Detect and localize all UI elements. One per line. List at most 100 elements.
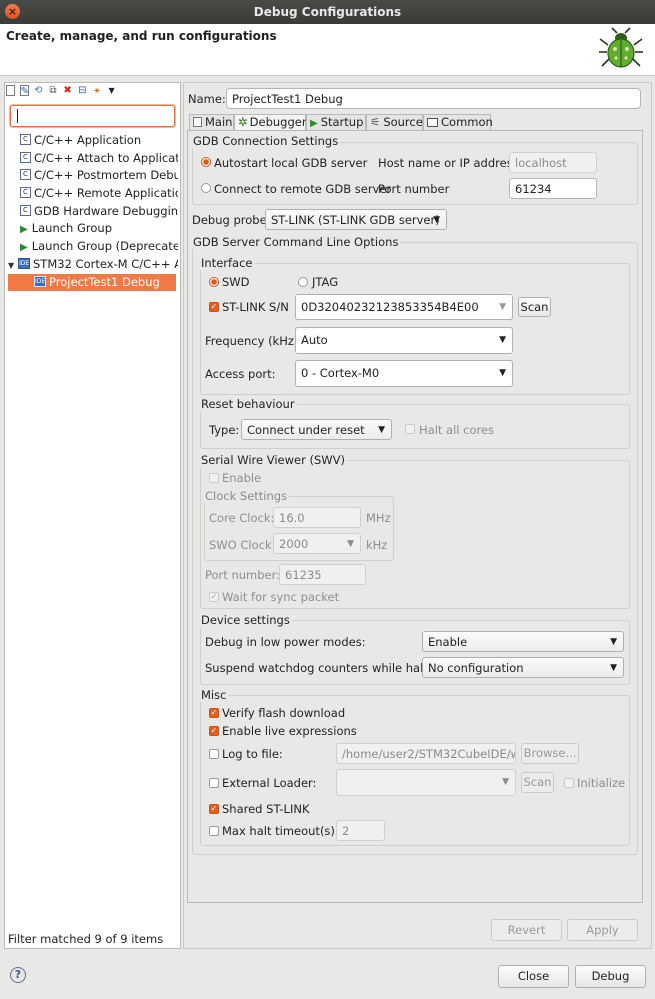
- host-input[interactable]: localhost: [509, 152, 597, 173]
- name-label: Name:: [188, 92, 226, 106]
- frequency-select[interactable]: Auto ▼: [295, 327, 513, 354]
- window-close-button[interactable]: ×: [5, 4, 20, 19]
- tab-source[interactable]: ⚟ Source: [366, 114, 423, 131]
- filter-icon[interactable]: ⚹: [92, 85, 102, 97]
- initialize-label: Initialize: [577, 776, 626, 790]
- max-halt-input[interactable]: 2: [336, 820, 385, 841]
- export-icon[interactable]: ⟲: [33, 85, 43, 97]
- tree-item-label: C/C++ Attach to Application: [34, 150, 178, 165]
- halt-all-cores-checkbox[interactable]: [405, 424, 415, 434]
- browse-button[interactable]: Browse...: [521, 743, 579, 764]
- watchdog-select[interactable]: No configuration ▼: [422, 657, 624, 678]
- source-tab-icon: ⚟: [370, 115, 381, 129]
- collapse-all-icon[interactable]: ⊟: [77, 85, 87, 97]
- new-config-icon[interactable]: [6, 85, 15, 96]
- revert-button[interactable]: Revert: [491, 919, 562, 941]
- scan-button[interactable]: Scan: [518, 297, 551, 317]
- reset-type-select[interactable]: Connect under reset ▼: [241, 419, 392, 440]
- tree-item-cpp-attach[interactable]: CC/C++ Attach to Application: [6, 150, 178, 168]
- apply-button[interactable]: Apply: [567, 919, 638, 941]
- initialize-checkbox[interactable]: [564, 778, 574, 788]
- log-file-checkbox[interactable]: [209, 749, 219, 759]
- stlink-sn-checkbox[interactable]: ✓: [209, 302, 219, 312]
- name-input[interactable]: ProjectTest1 Debug: [226, 88, 641, 109]
- view-menu-icon[interactable]: ▼: [107, 85, 117, 97]
- filter-status: Filter matched 9 of 9 items: [8, 932, 164, 946]
- swo-clock-select[interactable]: 2000 ▼: [273, 533, 361, 554]
- low-power-value: Enable: [428, 635, 468, 649]
- config-toolbar: ✎ ⟲ ⧉ ✖ ⊟ ⚹ ▼: [6, 85, 118, 99]
- stlink-sn-value: 0D32040232123853354B4E00: [301, 300, 479, 314]
- watchdog-value: No configuration: [428, 661, 524, 675]
- device-settings-title: Device settings: [199, 613, 292, 627]
- frequency-label: Frequency (kHz):: [205, 334, 303, 348]
- misc-title: Misc: [199, 688, 229, 702]
- tree-item-label: C/C++ Remote Application: [34, 186, 178, 201]
- access-port-value: 0 - Cortex-M0: [301, 366, 380, 380]
- autostart-radio[interactable]: [201, 157, 211, 167]
- debug-probe-select[interactable]: ST-LINK (ST-LINK GDB server) ▼: [265, 209, 447, 230]
- tree-item-projecttest1-debug[interactable]: IDE ProjectTest1 Debug: [8, 273, 176, 292]
- tab-main[interactable]: Main: [189, 114, 234, 131]
- filter-input[interactable]: [10, 105, 175, 127]
- shared-stlink-checkbox[interactable]: ✓: [209, 804, 219, 814]
- delete-icon[interactable]: ✖: [63, 85, 73, 97]
- new-prototype-icon[interactable]: ✎: [19, 85, 29, 97]
- tree-item-launch-group-deprecated[interactable]: ▶ Launch Group (Deprecated): [6, 238, 178, 256]
- stlink-sn-select[interactable]: 0D32040232123853354B4E00 ▼: [295, 294, 513, 320]
- external-loader-checkbox[interactable]: [209, 778, 219, 788]
- help-icon[interactable]: ?: [10, 967, 26, 983]
- tab-label: Debugger: [249, 115, 307, 129]
- tree-item-label: C/C++ Application: [34, 133, 142, 147]
- tree-item-gdb-hardware[interactable]: C GDB Hardware Debugging: [6, 203, 178, 221]
- main-tab-icon: [193, 117, 202, 127]
- watchdog-label: Suspend watchdog counters while halted:: [205, 661, 447, 675]
- port-input[interactable]: 61234: [509, 178, 597, 199]
- max-halt-checkbox[interactable]: [209, 826, 219, 836]
- tree-item-label: GDB Hardware Debugging: [34, 203, 178, 218]
- swd-label: SWD: [222, 275, 250, 289]
- swv-title: Serial Wire Viewer (SWV): [199, 453, 347, 467]
- external-loader-scan-button[interactable]: Scan: [521, 772, 554, 793]
- swd-radio[interactable]: [209, 277, 219, 287]
- core-clock-unit: MHz: [366, 511, 391, 525]
- tab-common[interactable]: Common: [423, 114, 493, 131]
- expand-arrow-icon[interactable]: ▼: [8, 257, 18, 275]
- log-file-input[interactable]: /home/user2/STM32CubeIDE/wo: [336, 743, 516, 764]
- close-button[interactable]: Close: [498, 965, 569, 988]
- tab-label: Common: [441, 115, 493, 129]
- tree-item-stm32[interactable]: ▼IDESTM32 Cortex-M C/C++ Application: [6, 256, 178, 274]
- tree-item-cpp-application[interactable]: C C/C++ Application: [6, 132, 178, 150]
- swv-port-input[interactable]: 61235: [279, 564, 366, 585]
- chevron-down-icon: ▼: [499, 368, 506, 378]
- tree-item-launch-group[interactable]: ▶ Launch Group: [6, 220, 178, 238]
- access-port-select[interactable]: 0 - Cortex-M0 ▼: [295, 360, 513, 387]
- launch-icon: ▶: [20, 242, 28, 254]
- bug-icon: [599, 27, 643, 68]
- log-file-label: Log to file:: [222, 747, 283, 761]
- swv-enable-checkbox[interactable]: [209, 473, 219, 483]
- duplicate-icon[interactable]: ⧉: [48, 85, 58, 97]
- tab-debugger[interactable]: ✲ Debugger: [234, 114, 307, 131]
- swo-clock-label: SWO Clock:: [209, 538, 276, 552]
- wait-sync-checkbox[interactable]: ✓: [209, 592, 219, 602]
- host-label: Host name or IP address: [378, 156, 519, 170]
- tree-item-label: ProjectTest1 Debug: [49, 274, 160, 289]
- tree-item-cpp-remote[interactable]: C C/C++ Remote Application: [6, 185, 178, 203]
- debug-button[interactable]: Debug: [575, 965, 646, 988]
- verify-flash-checkbox[interactable]: ✓: [209, 708, 219, 718]
- external-loader-select[interactable]: ▼: [336, 769, 516, 796]
- low-power-select[interactable]: Enable ▼: [422, 631, 624, 652]
- live-expressions-checkbox[interactable]: ✓: [209, 726, 219, 736]
- swo-clock-value: 2000: [279, 537, 309, 551]
- tree-item-cpp-postmortem[interactable]: CC/C++ Postmortem Debugger: [6, 167, 178, 185]
- tab-startup[interactable]: ▶ Startup: [306, 114, 366, 131]
- core-clock-input[interactable]: 16.0: [273, 507, 361, 528]
- tree-item-label: Launch Group: [31, 221, 113, 236]
- jtag-radio[interactable]: [298, 277, 308, 287]
- chevron-down-icon: ▼: [433, 215, 440, 225]
- interface-title: Interface: [199, 256, 255, 270]
- autostart-label: Autostart local GDB server: [214, 156, 368, 170]
- remote-radio[interactable]: [201, 183, 211, 193]
- stlink-sn-label: ST-LINK S/N: [222, 300, 289, 314]
